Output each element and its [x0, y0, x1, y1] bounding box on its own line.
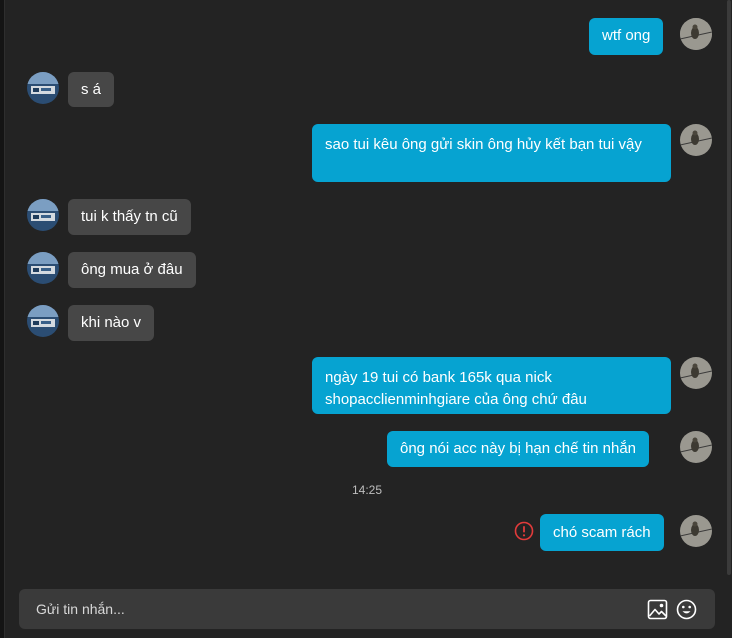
error-icon[interactable]	[514, 521, 534, 541]
message-incoming: tui k thấy tn cũ	[68, 199, 191, 235]
my-avatar[interactable]	[680, 18, 712, 50]
message-outgoing: sao tui kêu ông gửi skin ông hủy kết bạn…	[312, 124, 671, 182]
message-incoming: s á	[68, 72, 115, 107]
scrollbar[interactable]	[727, 0, 731, 575]
my-avatar[interactable]	[680, 431, 712, 463]
message-incoming: ông mua ở đâu	[68, 252, 196, 288]
message-outgoing: wtf ong	[589, 18, 664, 55]
my-avatar[interactable]	[680, 515, 712, 547]
message-outgoing: chó scam rách	[540, 514, 664, 551]
emoji-icon[interactable]	[676, 599, 697, 620]
message-timestamp: 14:25	[352, 483, 383, 497]
message-composer	[19, 589, 715, 629]
contact-avatar[interactable]	[27, 305, 59, 337]
message-outgoing: ông nói acc này bị hạn chế tin nhắn	[387, 431, 650, 467]
message-incoming: khi nào v	[68, 305, 155, 341]
chat-panel: wtf ong s á sao tui kêu ông gửi skin ông…	[4, 0, 732, 638]
my-avatar[interactable]	[680, 357, 712, 389]
message-outgoing: ngày 19 tui có bank 165k qua nick shopac…	[312, 357, 671, 414]
message-input[interactable]	[19, 589, 619, 629]
contact-avatar[interactable]	[27, 72, 59, 104]
contact-avatar[interactable]	[27, 252, 59, 284]
contact-avatar[interactable]	[27, 199, 59, 231]
my-avatar[interactable]	[680, 124, 712, 156]
image-icon[interactable]	[647, 599, 668, 620]
